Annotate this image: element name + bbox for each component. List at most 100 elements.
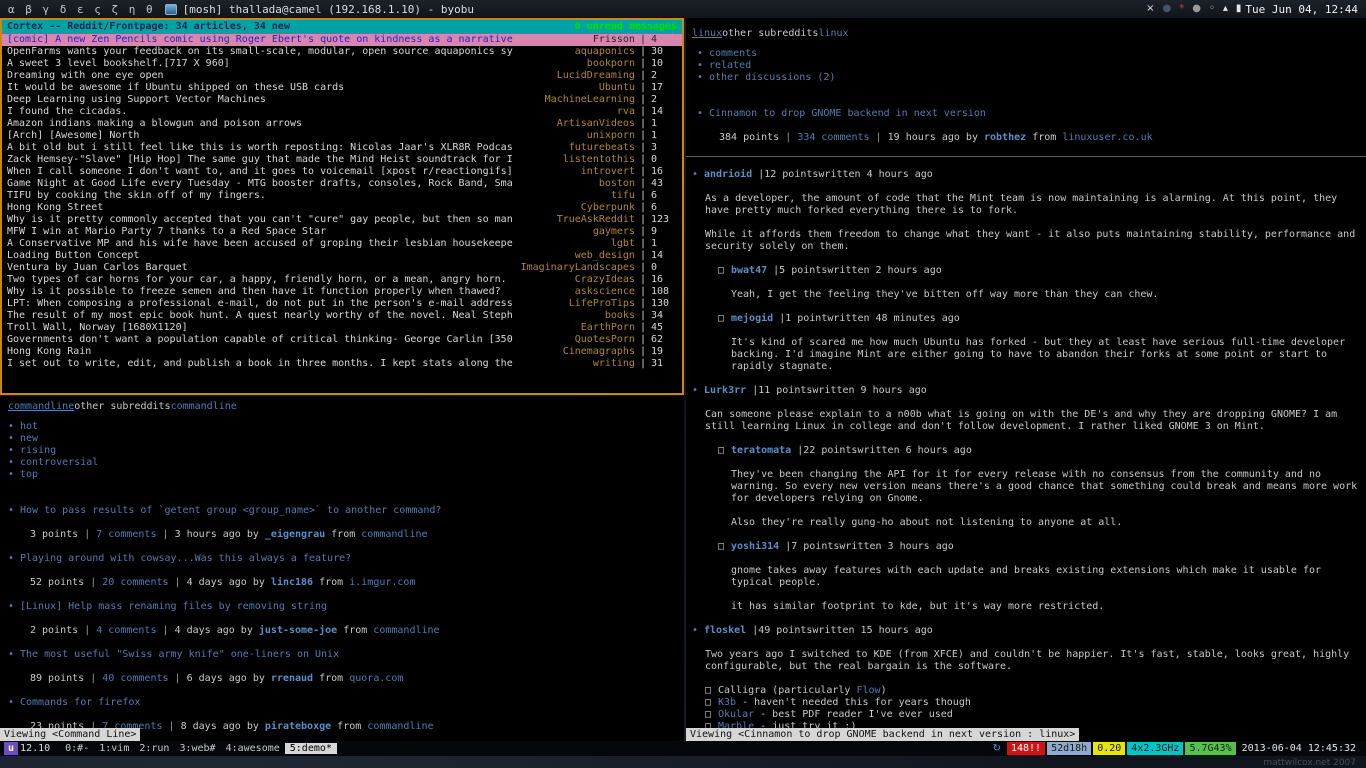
nav-link-rising[interactable]: •rising xyxy=(8,445,684,457)
comment-header[interactable]: □teratomata |22 pointswritten 6 hours ag… xyxy=(718,445,1360,457)
post-source-link[interactable]: quora.com xyxy=(349,673,403,684)
post-author-link[interactable]: robthez xyxy=(984,132,1026,143)
comment-author[interactable]: mejogid xyxy=(731,313,773,324)
network-icon[interactable]: ▴ xyxy=(1223,4,1228,14)
nav-link-hot[interactable]: •hot xyxy=(8,421,684,433)
article-row[interactable]: When I call someone I don't want to, and… xyxy=(2,166,682,178)
article-row[interactable]: Hong Kong StreetCyberpunk|6 xyxy=(2,202,682,214)
article-row[interactable]: It would be awesome if Ubuntu shipped on… xyxy=(2,82,682,94)
nav-link-comments[interactable]: •comments xyxy=(697,48,1360,60)
post-title-row[interactable]: •[Linux] Help mass renaming files by rem… xyxy=(8,601,684,613)
post-comments-link[interactable]: 7 comments xyxy=(96,529,156,540)
comment-author[interactable]: bwat47 xyxy=(731,265,767,276)
post-author-link[interactable]: _eigengrau xyxy=(265,529,325,540)
post-title-row[interactable]: •Commands for firefox xyxy=(8,697,684,709)
article-row[interactable]: Ventura by Juan Carlos BarquetImaginaryL… xyxy=(2,262,682,274)
nav-link-new[interactable]: •new xyxy=(8,433,684,445)
subreddit-link[interactable]: commandline xyxy=(8,401,74,412)
article-row[interactable]: Governments don't want a population capa… xyxy=(2,334,682,346)
post-author-link[interactable]: linc186 xyxy=(271,577,313,588)
article-row[interactable]: The result of my most epic book hunt. A … xyxy=(2,310,682,322)
comment-header[interactable]: •floskel |49 pointswritten 15 hours ago xyxy=(692,625,1360,637)
comment-header[interactable]: □yoshi314 |7 pointswritten 3 hours ago xyxy=(718,541,1360,553)
article-row[interactable]: Two types of car horns for your car, a h… xyxy=(2,274,682,286)
post-source-link[interactable]: linuxuser.co.uk xyxy=(1062,132,1152,143)
subreddit-name[interactable]: commandline xyxy=(171,401,237,412)
post-author-link[interactable]: pirateboxge xyxy=(265,721,331,732)
workspace-tags[interactable]: α β γ δ ε ς ζ η θ xyxy=(8,3,155,16)
post-author-link[interactable]: rrenaud xyxy=(271,673,313,684)
article-row[interactable]: Amazon indians making a blowgun and pois… xyxy=(2,118,682,130)
nav-link-other-discussions-2[interactable]: •other discussions (2) xyxy=(697,72,1360,84)
comment-header[interactable]: □bwat47 |5 pointswritten 2 hours ago xyxy=(718,265,1360,277)
idle-status-icon[interactable]: ● xyxy=(1192,4,1201,14)
article-row[interactable]: OpenFarms wants your feedback on its sma… xyxy=(2,46,682,58)
comment-header[interactable]: •Lurk3rr |11 pointswritten 9 hours ago xyxy=(692,385,1360,397)
byobu-window-4[interactable]: 4:awesome xyxy=(221,743,285,754)
byobu-window-0[interactable]: 0:#- xyxy=(60,743,94,754)
article-row[interactable]: MFW I win at Mario Party 7 thanks to a R… xyxy=(2,226,682,238)
browser-icon[interactable]: ● xyxy=(1162,4,1171,14)
byobu-window-2[interactable]: 2:run xyxy=(134,743,174,754)
byobu-window-5[interactable]: 5:demo* xyxy=(285,743,337,754)
subreddit-name[interactable]: linux xyxy=(818,28,848,39)
byobu-window-3[interactable]: 3:web# xyxy=(174,743,220,754)
article-row[interactable]: A bit old but i still feel like this is … xyxy=(2,142,682,154)
comment-author[interactable]: Lurk3rr xyxy=(704,385,746,396)
post-comments-link[interactable]: 334 comments xyxy=(797,132,869,143)
article-row[interactable]: LPT: When composing a professional e-mai… xyxy=(2,298,682,310)
swords-icon[interactable]: × xyxy=(1146,4,1154,14)
volume-icon[interactable]: ▮ xyxy=(1236,4,1242,14)
nav-link-top[interactable]: •top xyxy=(8,469,684,481)
article-row[interactable]: Loading Button Conceptweb_design|14 xyxy=(2,250,682,262)
byobu-window-1[interactable]: 1:vim xyxy=(94,743,134,754)
article-row[interactable]: A Conservative MP and his wife have been… xyxy=(2,238,682,250)
post-title[interactable]: Cinnamon to drop GNOME backend in next v… xyxy=(709,108,986,119)
article-row-selected[interactable]: [comic] A new Zen Pencils comic using Ro… xyxy=(2,34,682,46)
comment-header[interactable]: •andrioid |12 pointswritten 4 hours ago xyxy=(692,169,1360,181)
chat-icon[interactable]: ◦ xyxy=(1209,4,1215,14)
post-title-row[interactable]: •The most useful "Swiss army knife" one-… xyxy=(8,649,684,661)
article-row[interactable]: Why is it pretty commonly accepted that … xyxy=(2,214,682,226)
article-row[interactable]: Troll Wall, Norway [1680X1120]EarthPorn|… xyxy=(2,322,682,334)
post-title[interactable]: Playing around with cowsay...Was this al… xyxy=(20,553,351,564)
post-title-row[interactable]: •How to pass results of `getent group <g… xyxy=(8,505,684,517)
post-title[interactable]: How to pass results of `getent group <gr… xyxy=(20,505,441,516)
nav-link-controversial[interactable]: •controversial xyxy=(8,457,684,469)
article-row[interactable]: I set out to write, edit, and publish a … xyxy=(2,358,682,370)
comment-header[interactable]: □mejogid |1 pointwritten 48 minutes ago xyxy=(718,313,1360,325)
comment-author[interactable]: teratomata xyxy=(731,445,791,456)
subreddit-link[interactable]: linux xyxy=(692,28,722,39)
comment-author[interactable]: yoshi314 xyxy=(731,541,779,552)
post-title-row[interactable]: •Cinnamon to drop GNOME backend in next … xyxy=(697,108,1360,120)
post-source-link[interactable]: commandline xyxy=(367,721,433,732)
app-link[interactable]: K3b xyxy=(718,697,736,708)
article-row[interactable]: Game Night at Good Life every Tuesday - … xyxy=(2,178,682,190)
clock[interactable]: Tue Jun 04, 12:44 xyxy=(1245,3,1358,16)
post-source-link[interactable]: i.imgur.com xyxy=(349,577,415,588)
comment-author[interactable]: floskel xyxy=(704,625,746,636)
article-row[interactable]: I found the cicadas.rva|14 xyxy=(2,106,682,118)
comment-author[interactable]: andrioid xyxy=(704,169,752,180)
nav-link-related[interactable]: •related xyxy=(697,60,1360,72)
app-link[interactable]: Flow xyxy=(856,685,880,696)
post-title[interactable]: Commands for firefox xyxy=(20,697,140,708)
article-row[interactable]: Zack Hemsey-"Slave" [Hip Hop] The same g… xyxy=(2,154,682,166)
article-row[interactable]: Deep Learning using Support Vector Machi… xyxy=(2,94,682,106)
article-row[interactable]: Why is it possible to freeze semen and t… xyxy=(2,286,682,298)
post-title[interactable]: [Linux] Help mass renaming files by remo… xyxy=(20,601,327,612)
post-author-link[interactable]: just-some-joe xyxy=(259,625,337,636)
post-comments-link[interactable]: 20 comments xyxy=(102,577,168,588)
post-comments-link[interactable]: 40 comments xyxy=(102,673,168,684)
post-comments-link[interactable]: 4 comments xyxy=(96,625,156,636)
post-source-link[interactable]: commandline xyxy=(361,529,427,540)
app-link[interactable]: Okular xyxy=(718,709,754,720)
article-row[interactable]: A sweet 3 level bookshelf.[717 X 960]boo… xyxy=(2,58,682,70)
post-title-row[interactable]: •Playing around with cowsay...Was this a… xyxy=(8,553,684,565)
article-row[interactable]: Dreaming with one eye openLucidDreaming|… xyxy=(2,70,682,82)
article-row[interactable]: [Arch] [Awesome] Northunixporn|1 xyxy=(2,130,682,142)
post-title[interactable]: The most useful "Swiss army knife" one-l… xyxy=(20,649,339,660)
post-source-link[interactable]: commandline xyxy=(373,625,439,636)
alert-icon[interactable]: * xyxy=(1179,4,1184,14)
article-row[interactable]: Hong Kong RainCinemagraphs|19 xyxy=(2,346,682,358)
